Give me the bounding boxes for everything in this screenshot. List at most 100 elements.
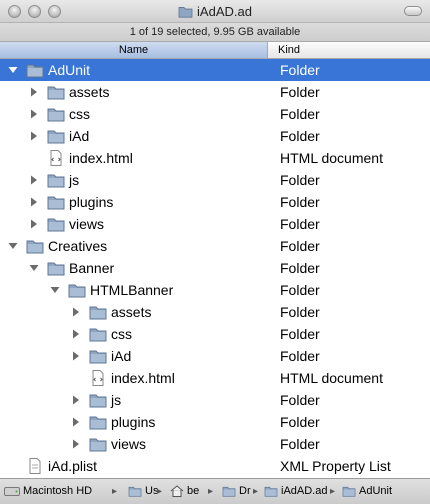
folder-icon — [47, 84, 65, 100]
status-bar: 1 of 19 selected, 9.95 GB available — [0, 23, 430, 42]
list-item[interactable]: views Folder — [0, 433, 430, 455]
html-file-icon — [47, 150, 65, 166]
list-item[interactable]: css Folder — [0, 103, 430, 125]
path-item[interactable]: Macintosh HD — [4, 479, 92, 504]
folder-icon — [89, 304, 107, 320]
folder-icon — [178, 5, 193, 21]
folder-icon — [89, 436, 107, 452]
folder-icon — [89, 348, 107, 364]
disclosure-collapsed-icon[interactable] — [71, 351, 81, 361]
list-item[interactable]: js Folder — [0, 169, 430, 191]
path-separator-icon: ▸ — [112, 486, 118, 497]
kind-column-header[interactable]: Kind — [278, 42, 300, 58]
folder-icon — [68, 282, 86, 298]
list-item[interactable]: index.html HTML document — [0, 147, 430, 169]
path-separator-icon: ▸ — [330, 486, 336, 497]
list-item[interactable]: plugins Folder — [0, 411, 430, 433]
window-title: iAdAD.ad — [197, 4, 252, 19]
disclosure-collapsed-icon[interactable] — [71, 329, 81, 339]
item-name: HTMLBanner — [90, 282, 174, 298]
folder-icon — [47, 260, 65, 276]
item-kind: Folder — [280, 84, 320, 100]
name-column-header[interactable]: Name — [0, 42, 268, 58]
path-item[interactable]: AdUnit — [342, 479, 392, 504]
disclosure-collapsed-icon[interactable] — [29, 175, 39, 185]
item-name: css — [69, 106, 90, 122]
item-name: index.html — [69, 150, 133, 166]
disclosure-expanded-icon[interactable] — [8, 65, 18, 75]
html-file-icon — [89, 370, 107, 386]
path-separator-icon: ▸ — [253, 486, 259, 497]
item-name: Creatives — [48, 238, 108, 254]
item-kind: Folder — [280, 436, 320, 452]
disclosure-collapsed-icon[interactable] — [29, 197, 39, 207]
list-item[interactable]: views Folder — [0, 213, 430, 235]
item-name: plugins — [111, 414, 156, 430]
path-item[interactable]: iAdAD.ad — [264, 479, 327, 504]
list-item[interactable]: assets Folder — [0, 81, 430, 103]
item-kind: Folder — [280, 194, 320, 210]
item-kind: Folder — [280, 414, 320, 430]
disclosure-collapsed-icon[interactable] — [71, 307, 81, 317]
list-item[interactable]: plugins Folder — [0, 191, 430, 213]
path-item-label: be — [187, 485, 200, 497]
file-list[interactable]: AdUnit Folder assets Folder css Folder iAd Fold… — [0, 59, 430, 477]
folder-icon — [47, 172, 65, 188]
disclosure-collapsed-icon[interactable] — [71, 395, 81, 405]
item-kind: Folder — [280, 62, 320, 78]
list-item[interactable]: index.html HTML document — [0, 367, 430, 389]
folder-icon — [89, 326, 107, 342]
item-kind: HTML document — [280, 150, 383, 166]
path-item-label: iAdAD.ad — [281, 485, 328, 497]
list-item[interactable]: HTMLBanner Folder — [0, 279, 430, 301]
item-kind: Folder — [280, 326, 320, 342]
hard-disk-icon — [4, 482, 20, 504]
list-item[interactable]: Creatives Folder — [0, 235, 430, 257]
title-bar[interactable]: iAdAD.ad — [0, 0, 430, 23]
folder-icon — [47, 128, 65, 144]
folder-icon — [26, 62, 44, 78]
path-item[interactable]: be — [170, 479, 199, 504]
path-item-label: Macintosh HD — [23, 485, 93, 497]
list-item[interactable]: iAd Folder — [0, 125, 430, 147]
item-name: views — [69, 216, 105, 232]
disclosure-collapsed-icon[interactable] — [71, 417, 81, 427]
item-kind: XML Property List — [280, 458, 391, 474]
item-name: iAd — [69, 128, 90, 144]
folder-icon — [89, 414, 107, 430]
path-item-label: Dr — [239, 485, 251, 497]
item-name: AdUnit — [48, 62, 91, 78]
item-kind: Folder — [280, 238, 320, 254]
disclosure-expanded-icon[interactable] — [50, 285, 60, 295]
disclosure-expanded-icon[interactable] — [29, 263, 39, 273]
item-name: css — [111, 326, 132, 342]
plist-file-icon — [26, 458, 44, 474]
list-item[interactable]: iAd.plist XML Property List — [0, 455, 430, 477]
item-kind: Folder — [280, 260, 320, 276]
path-item[interactable]: Dr — [222, 479, 251, 504]
list-item[interactable]: Banner Folder — [0, 257, 430, 279]
item-name: iAd — [111, 348, 132, 364]
disclosure-expanded-icon[interactable] — [8, 241, 18, 251]
item-kind: HTML document — [280, 370, 383, 386]
list-item[interactable]: assets Folder — [0, 301, 430, 323]
list-item[interactable]: js Folder — [0, 389, 430, 411]
item-name: plugins — [69, 194, 114, 210]
item-name: Banner — [69, 260, 115, 276]
folder-icon — [47, 216, 65, 232]
list-item[interactable]: AdUnit Folder — [0, 59, 430, 81]
disclosure-collapsed-icon[interactable] — [29, 131, 39, 141]
folder-icon — [26, 238, 44, 254]
toolbar-toggle-button[interactable] — [404, 6, 422, 16]
disclosure-collapsed-icon[interactable] — [29, 87, 39, 97]
item-kind: Folder — [280, 216, 320, 232]
item-name: js — [111, 392, 122, 408]
disclosure-collapsed-icon[interactable] — [29, 109, 39, 119]
list-item[interactable]: css Folder — [0, 323, 430, 345]
list-item[interactable]: iAd Folder — [0, 345, 430, 367]
path-item[interactable]: Us — [128, 479, 158, 504]
disclosure-collapsed-icon[interactable] — [71, 439, 81, 449]
finder-window: iAdAD.ad 1 of 19 selected, 9.95 GB avail… — [0, 0, 430, 504]
item-kind: Folder — [280, 106, 320, 122]
disclosure-collapsed-icon[interactable] — [29, 219, 39, 229]
